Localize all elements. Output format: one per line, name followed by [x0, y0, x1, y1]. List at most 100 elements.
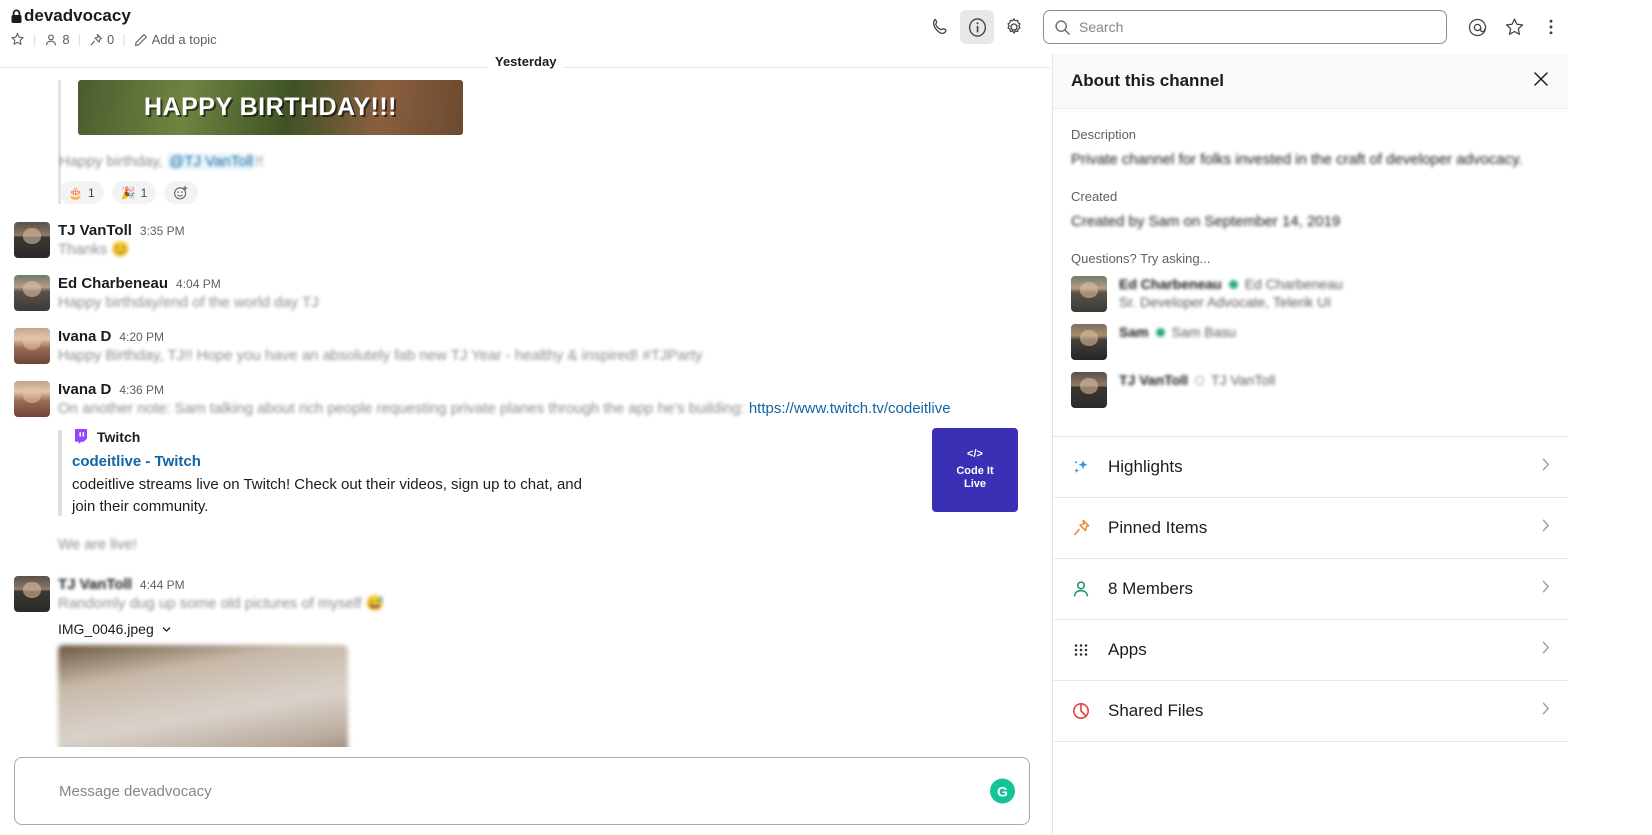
star-channel-button[interactable] [10, 32, 33, 47]
pinned-count-button[interactable]: 0 [81, 32, 122, 47]
presence-away-icon [1194, 375, 1204, 385]
panel-row-pinned-items[interactable]: Pinned Items [1053, 498, 1568, 559]
message-timestamp[interactable]: 4:20 PM [119, 330, 164, 344]
message-item: TJ VanToll 4:44 PM Randomly dug up some … [0, 570, 1050, 615]
chevron-right-icon [1542, 458, 1550, 476]
settings-button[interactable] [997, 10, 1031, 44]
message-timestamp[interactable]: 3:35 PM [140, 224, 185, 238]
message-link[interactable]: https://www.twitch.tv/codeitlive [749, 400, 951, 417]
panel-row-apps[interactable]: Apps [1053, 620, 1568, 681]
link-preview-source: Twitch [72, 428, 902, 446]
birthday-gif[interactable]: HAPPY BIRTHDAY!!! [78, 80, 463, 135]
message-timestamp[interactable]: 4:36 PM [119, 383, 164, 397]
reaction-count: 1 [140, 185, 148, 200]
person-icon [46, 33, 57, 45]
star-outline-icon [1505, 17, 1523, 35]
panel-row-members[interactable]: 8 Members [1053, 559, 1568, 620]
search-placeholder: Search [1079, 19, 1124, 35]
composer-placeholder: Message devadvocacy [59, 782, 212, 800]
chevron-right-icon [1542, 580, 1550, 598]
reaction-pill[interactable]: 🎂 1 [59, 181, 104, 204]
chevron-right-icon [1542, 641, 1550, 659]
message-author[interactable]: Ed Charbeneau [58, 275, 168, 292]
message-author[interactable]: TJ VanToll [58, 222, 132, 239]
channel-info-button[interactable] [960, 10, 994, 44]
message-composer[interactable]: Message devadvocacy G [14, 757, 1030, 825]
person-name: Sam [1119, 324, 1149, 340]
members-count-button[interactable]: 8 [36, 32, 77, 47]
message-author[interactable]: Ivana D [58, 381, 111, 398]
message-timestamp[interactable]: 4:04 PM [176, 277, 221, 291]
message-timestamp[interactable]: 4:44 PM [140, 578, 185, 592]
person-line: Ed Charbeneau Ed Charbeneau [1119, 276, 1343, 292]
birthday-text-suffix: !! [255, 153, 264, 170]
message-text: Happy Birthday, TJ!! Hope you have an ab… [58, 347, 703, 364]
message-text: Happy birthday/end of the world day TJ [58, 294, 319, 311]
chevron-right-icon [1542, 519, 1550, 537]
call-button[interactable] [923, 10, 957, 44]
birthday-message-text: Happy birthday, @TJ VanToll!! [59, 151, 1050, 173]
message-header: Ed Charbeneau 4:04 PM [58, 275, 1050, 292]
panel-row-shared-files[interactable]: Shared Files [1053, 681, 1568, 742]
person-handle: Sam Basu [1171, 324, 1237, 340]
avatar[interactable] [14, 328, 50, 364]
avatar [1071, 324, 1107, 360]
panel-row-label: 8 Members [1108, 579, 1194, 598]
channel-header: devadvocacy | 8 | 0 | Add a topic Search [0, 0, 1568, 54]
message-item: Ivana D 4:20 PM Happy Birthday, TJ!! Hop… [0, 322, 1050, 367]
birthday-gif-text: HAPPY BIRTHDAY!!! [144, 93, 397, 121]
panel-row-label: Highlights [1108, 457, 1183, 476]
link-preview-source-name: Twitch [97, 429, 141, 445]
channel-title[interactable]: devadvocacy [10, 6, 225, 26]
at-mention-icon [1468, 18, 1486, 36]
channel-meta: | 8 | 0 | Add a topic [10, 32, 225, 47]
person-line: Sam Sam Basu [1119, 324, 1236, 340]
message-item: Ed Charbeneau 4:04 PM Happy birthday/end… [0, 269, 1050, 314]
star-outline-icon [11, 32, 24, 45]
questions-group: Questions? Try asking... Ed Charbeneau E… [1071, 251, 1550, 408]
add-reaction-button[interactable] [164, 181, 199, 204]
starred-items-button[interactable] [1497, 10, 1531, 44]
message-author[interactable]: TJ VanToll [58, 576, 132, 593]
pencil-icon [134, 33, 147, 46]
panel-header: About this channel [1053, 54, 1568, 109]
close-panel-button[interactable] [1532, 70, 1550, 93]
we-are-live-text: We are live! [58, 536, 137, 553]
message-text-body: On another note: Sam talking about rich … [58, 400, 749, 417]
presence-online-icon [1228, 279, 1238, 289]
link-preview-thumbnail[interactable]: </> Code It Live [932, 428, 1018, 512]
message-text: Randomly dug up some old pictures of mys… [58, 595, 385, 612]
avatar[interactable] [14, 576, 50, 612]
person-name: Ed Charbeneau [1119, 276, 1222, 292]
search-box[interactable]: Search [1043, 10, 1447, 44]
add-topic-button[interactable]: Add a topic [126, 32, 225, 47]
person-line: TJ VanToll TJ VanToll [1119, 372, 1275, 388]
person-handle: Ed Charbeneau [1244, 276, 1343, 292]
party-popper-emoji: 🎉 [120, 185, 136, 200]
attachment-filename-row[interactable]: IMG_0046.jpeg [0, 621, 1050, 637]
birthday-message-block: HAPPY BIRTHDAY!!! Happy birthday, @TJ Va… [0, 80, 1050, 204]
avatar[interactable] [14, 275, 50, 311]
message-author[interactable]: Ivana D [58, 328, 111, 345]
message-list[interactable]: Yesterday HAPPY BIRTHDAY!!! Happy birthd… [0, 54, 1050, 747]
avatar[interactable] [14, 222, 50, 258]
suggested-person[interactable]: TJ VanToll TJ VanToll [1071, 372, 1550, 408]
message-item: Ivana D 4:36 PM On another note: Sam tal… [0, 375, 1050, 420]
panel-row-highlights[interactable]: Highlights [1053, 437, 1568, 498]
suggested-person[interactable]: Ed Charbeneau Ed Charbeneau Sr. Develope… [1071, 276, 1550, 312]
avatar[interactable] [14, 381, 50, 417]
mentions-button[interactable] [1460, 10, 1494, 44]
slack-window: devadvocacy | 8 | 0 | Add a topic Search… [0, 0, 1652, 835]
gear-icon [1007, 18, 1021, 34]
more-options-button[interactable] [1534, 10, 1568, 44]
suggested-person[interactable]: Sam Sam Basu [1071, 324, 1550, 360]
user-mention[interactable]: @TJ VanToll [167, 153, 256, 170]
grammarly-icon[interactable]: G [990, 778, 1015, 804]
channel-name-text: devadvocacy [24, 6, 131, 25]
thumbnail-line2: Live [963, 478, 986, 490]
reaction-pill[interactable]: 🎉 1 [111, 181, 157, 204]
description-group: Description Private channel for folks in… [1071, 127, 1550, 171]
attachment-image[interactable] [58, 645, 348, 747]
link-preview-title[interactable]: codeitlive - Twitch [72, 453, 902, 470]
add-reaction-icon [174, 185, 188, 199]
